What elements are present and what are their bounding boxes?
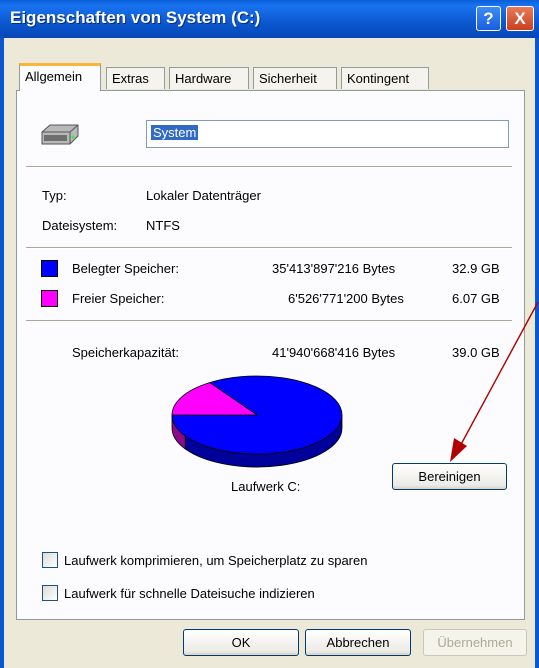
window-border-left [0,38,4,668]
compress-checkbox[interactable] [42,552,58,568]
used-space-bytes: 35'413'897'216 Bytes [272,261,396,276]
index-checkbox[interactable] [42,585,58,601]
type-value: Lokaler Datenträger [146,188,261,203]
used-space-swatch [41,260,58,277]
free-space-swatch [41,290,58,307]
ok-button[interactable]: OK [183,629,299,656]
drive-letter-label: Laufwerk C: [231,479,301,494]
tab-hardware[interactable]: Hardware [169,67,249,89]
capacity-bytes: 41'940'668'416 Bytes [272,345,396,360]
free-space-label: Freier Speicher: [72,291,165,306]
tab-extras[interactable]: Extras [106,67,165,89]
close-button[interactable]: X [506,6,534,31]
annotation-arrow [450,301,539,462]
index-label: Laufwerk für schnelle Dateisuche indizie… [64,586,315,601]
used-space-label: Belegter Speicher: [72,261,179,276]
separator [26,247,512,249]
properties-window: Eigenschaften von System (C:) ? X Allgem… [0,0,539,668]
apply-button: Übernehmen [423,629,527,656]
disk-usage-pie-chart [171,375,343,468]
tab-kontingent[interactable]: Kontingent [341,67,429,89]
help-button[interactable]: ? [476,6,501,31]
separator [26,166,512,168]
filesystem-label: Dateisystem: [42,218,118,233]
compress-label: Laufwerk komprimieren, um Speicherplatz … [64,553,368,568]
drive-name-input[interactable]: System [146,120,509,148]
free-space-bytes: 6'526'771'200 Bytes [288,291,404,306]
used-space-gb: 32.9 GB [452,261,500,276]
filesystem-value: NTFS [146,218,180,233]
type-label: Typ: [42,188,67,203]
tab-allgemein[interactable]: Allgemein [19,63,101,91]
drive-name-value: System [151,125,199,140]
window-title: Eigenschaften von System (C:) [10,8,261,27]
title-bar[interactable]: Eigenschaften von System (C:) ? X [0,0,539,38]
tab-sicherheit[interactable]: Sicherheit [253,67,337,89]
cancel-button[interactable]: Abbrechen [305,629,411,656]
capacity-label: Speicherkapazität: [72,345,179,360]
hard-drive-icon [41,124,79,145]
